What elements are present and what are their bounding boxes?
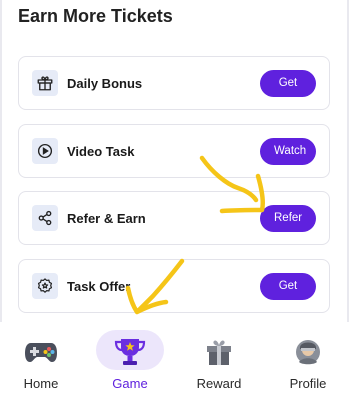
trophy-icon bbox=[108, 334, 152, 370]
task-label: Refer & Earn bbox=[67, 211, 146, 226]
nav-item-game[interactable]: Game bbox=[90, 322, 170, 400]
task-card-refer-earn: Refer & Earn Refer bbox=[18, 191, 330, 245]
play-circle-icon bbox=[32, 138, 58, 164]
nav-item-reward[interactable]: Reward bbox=[179, 322, 259, 400]
gamepad-icon bbox=[19, 334, 63, 370]
page-title: Earn More Tickets bbox=[18, 6, 173, 26]
task-card-daily-bonus: Daily Bonus Get bbox=[18, 56, 330, 110]
task-label: Video Task bbox=[67, 144, 135, 159]
task-label: Daily Bonus bbox=[67, 76, 143, 91]
gift-icon bbox=[32, 70, 58, 96]
share-icon bbox=[32, 205, 58, 231]
task-label: Task Offer bbox=[67, 279, 131, 294]
profile-avatar-icon bbox=[286, 334, 330, 370]
get-button-daily-bonus[interactable]: Get bbox=[260, 70, 316, 97]
badge-star-icon bbox=[32, 273, 58, 299]
nav-label-game: Game bbox=[112, 376, 148, 391]
nav-item-profile[interactable]: Profile bbox=[268, 322, 348, 400]
nav-label-reward: Reward bbox=[196, 376, 242, 391]
nav-item-home[interactable]: Home bbox=[1, 322, 81, 400]
bottom-navigation: Home Game Reward Profile bbox=[0, 322, 349, 400]
watch-button-video-task[interactable]: Watch bbox=[260, 138, 316, 165]
get-button-task-offer[interactable]: Get bbox=[260, 273, 316, 300]
nav-label-home: Home bbox=[23, 376, 59, 391]
gift-box-icon bbox=[197, 334, 241, 370]
nav-label-profile: Profile bbox=[289, 376, 327, 391]
refer-button[interactable]: Refer bbox=[260, 205, 316, 232]
task-card-video-task: Video Task Watch bbox=[18, 124, 330, 178]
task-card-task-offer: Task Offer Get bbox=[18, 259, 330, 313]
